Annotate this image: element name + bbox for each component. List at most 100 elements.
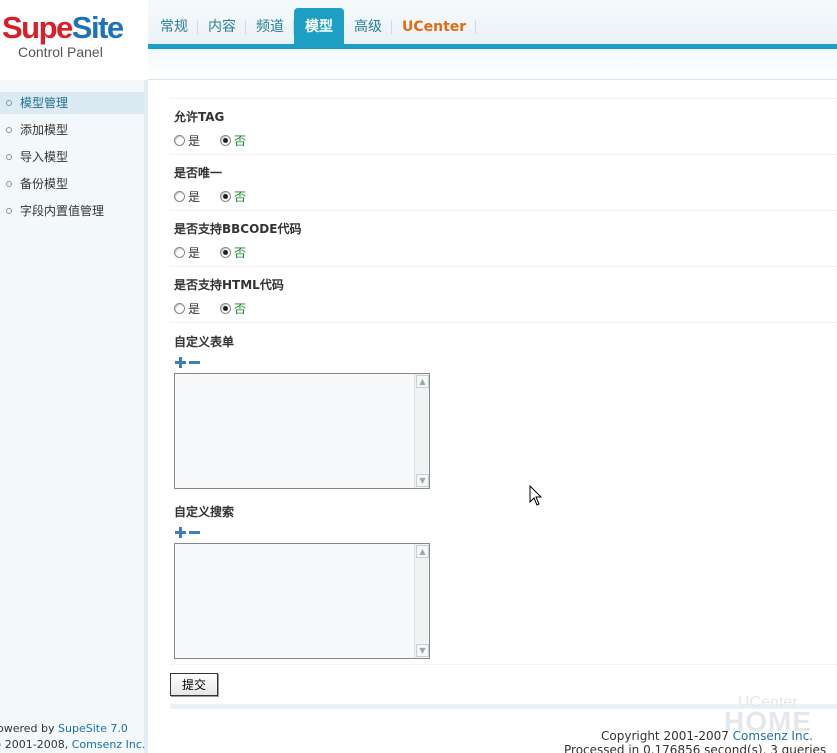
radio-group: 是 否	[174, 299, 837, 317]
nav-tab-ucenter[interactable]: UCenter	[392, 8, 477, 44]
radio-circle	[174, 246, 185, 258]
form-row-bbcode: 是否支持BBCODE代码 是 否	[170, 211, 837, 267]
radio-no[interactable]: 否	[220, 188, 246, 205]
radio-circle	[174, 134, 185, 146]
sidebar-item-backup-model[interactable]: 备份模型	[0, 173, 144, 195]
sidebar-item-field-values[interactable]: 字段内置值管理	[0, 200, 144, 222]
nav-tab-content[interactable]: 内容	[198, 8, 246, 44]
nav-tab-label: 高级	[354, 19, 382, 35]
app-window: SupeSite Control Panel 常规 内容 频道 模型 高级 UC…	[0, 0, 837, 753]
comsenz-link[interactable]: Comsenz Inc.	[733, 729, 813, 743]
radio-label: 否	[234, 189, 247, 204]
form-row-allow-tag: 允许TAG 是 否	[170, 99, 837, 155]
nav-tab-channel[interactable]: 频道	[246, 8, 294, 44]
radio-circle	[220, 134, 232, 146]
radio-yes[interactable]: 是	[174, 244, 200, 261]
radio-circle	[174, 302, 185, 314]
field-title: 自定义表单	[174, 335, 235, 349]
nav-separator	[475, 20, 477, 34]
custom-search-textarea[interactable]: ▲ ▼	[174, 543, 430, 659]
radio-group: 是 否	[174, 131, 837, 149]
radio-label: 是	[188, 245, 201, 260]
field-title: 是否唯一	[174, 166, 223, 180]
mouse-cursor-icon	[529, 485, 543, 506]
scroll-down-icon[interactable]: ▼	[416, 474, 429, 487]
sidebar-copyright: ) 2001-2008, Comsenz Inc.	[0, 737, 157, 753]
radio-yes[interactable]: 是	[174, 132, 200, 149]
textarea-scrollbar[interactable]: ▲ ▼	[414, 374, 429, 488]
radio-label: 否	[234, 301, 247, 316]
custom-form-textarea[interactable]: ▲ ▼	[174, 373, 430, 489]
sidebar-item-import-model[interactable]: 导入模型	[0, 146, 144, 168]
sidebar-item-label: 导入模型	[20, 150, 69, 164]
scroll-up-icon[interactable]: ▲	[416, 545, 429, 558]
powered-prefix: owered by	[0, 722, 59, 735]
radio-group: 是 否	[174, 187, 837, 205]
nav-tab-label: UCenter	[402, 19, 467, 35]
nav-tab-general[interactable]: 常规	[150, 8, 198, 44]
header: SupeSite Control Panel 常规 内容 频道 模型 高级 UC…	[0, 0, 837, 80]
radio-label: 否	[234, 245, 247, 260]
scroll-down-icon[interactable]: ▼	[416, 644, 429, 657]
radio-no[interactable]: 否	[220, 244, 246, 261]
radio-no[interactable]: 否	[220, 132, 246, 149]
sidebar-item-label: 字段内置值管理	[20, 204, 105, 218]
submit-button[interactable]: 提交	[170, 673, 218, 696]
field-title: 允许TAG	[174, 110, 225, 124]
page-copyright: Copyright 2001-2007 Comsenz Inc.	[601, 729, 813, 743]
bullet-icon	[6, 100, 12, 106]
sidebar-item-add-model[interactable]: 添加模型	[0, 119, 144, 141]
model-form: 允许TAG 是 否 是否唯一 是 否 是否支持BBCODE代码 是 否 是否支持…	[170, 98, 837, 659]
form-row-unique: 是否唯一 是 否	[170, 155, 837, 211]
field-title: 自定义搜索	[174, 505, 235, 519]
powered-by: owered by SupeSite 7.0	[0, 721, 157, 737]
sidebar-item-label: 备份模型	[20, 177, 69, 191]
minus-icon[interactable]	[188, 526, 201, 539]
minus-icon[interactable]	[188, 356, 201, 369]
nav-tab-model[interactable]: 模型	[294, 8, 344, 44]
nav-tab-label: 内容	[208, 19, 236, 35]
supesite-link[interactable]: SupeSite 7.0	[58, 722, 128, 735]
sidebar-item-label: 模型管理	[20, 96, 69, 110]
radio-yes[interactable]: 是	[174, 188, 200, 205]
nav-tab-label: 常规	[160, 19, 188, 35]
radio-label: 是	[188, 133, 201, 148]
logo-site: Site	[71, 10, 124, 45]
scroll-up-icon[interactable]: ▲	[416, 375, 429, 388]
field-title: 是否支持BBCODE代码	[174, 222, 302, 236]
bullet-icon	[6, 127, 12, 133]
custom-form-block: 自定义表单 ▲ ▼	[170, 323, 837, 489]
bullet-icon	[6, 208, 12, 214]
nav-tab-label: 频道	[256, 19, 284, 35]
add-remove-controls	[174, 525, 837, 539]
bullet-icon	[6, 154, 12, 160]
sidebar-footer: owered by SupeSite 7.0 ) 2001-2008, Coms…	[0, 721, 157, 753]
copyright-prefix: Copyright 2001-2007	[601, 729, 733, 743]
comsenz-link-sidebar[interactable]: Comsenz Inc.	[72, 738, 146, 751]
sub-toolbar	[148, 49, 837, 80]
nav-tab-label: 模型	[305, 19, 333, 35]
form-row-html: 是否支持HTML代码 是 否	[170, 267, 837, 323]
custom-search-block: 自定义搜索 ▲ ▼	[170, 489, 837, 659]
radio-circle	[220, 302, 232, 314]
main-nav: 常规 内容 频道 模型 高级 UCenter	[150, 8, 477, 44]
radio-no[interactable]: 否	[220, 300, 246, 317]
sidebar-menu: 模型管理 添加模型 导入模型 备份模型 字段内置值管理	[0, 92, 144, 227]
logo-subtitle: Control Panel	[18, 44, 103, 60]
plus-icon[interactable]	[174, 526, 187, 539]
radio-label: 是	[188, 189, 201, 204]
sidebar-item-model-manage[interactable]: 模型管理	[0, 92, 144, 114]
radio-circle	[220, 190, 232, 202]
radio-circle	[174, 190, 185, 202]
processed-info: Processed in 0.176856 second(s), 3 queri…	[564, 743, 827, 753]
copy-prefix: ) 2001-2008,	[0, 738, 72, 751]
logo-wordmark: SupeSite	[2, 10, 124, 46]
logo-supe: Supe	[2, 10, 73, 45]
radio-label: 否	[234, 133, 247, 148]
plus-icon[interactable]	[174, 356, 187, 369]
logo[interactable]: SupeSite Control Panel	[0, 8, 148, 68]
textarea-scrollbar[interactable]: ▲ ▼	[414, 544, 429, 658]
radio-yes[interactable]: 是	[174, 300, 200, 317]
nav-tab-advanced[interactable]: 高级	[344, 8, 392, 44]
add-remove-controls	[174, 355, 837, 369]
